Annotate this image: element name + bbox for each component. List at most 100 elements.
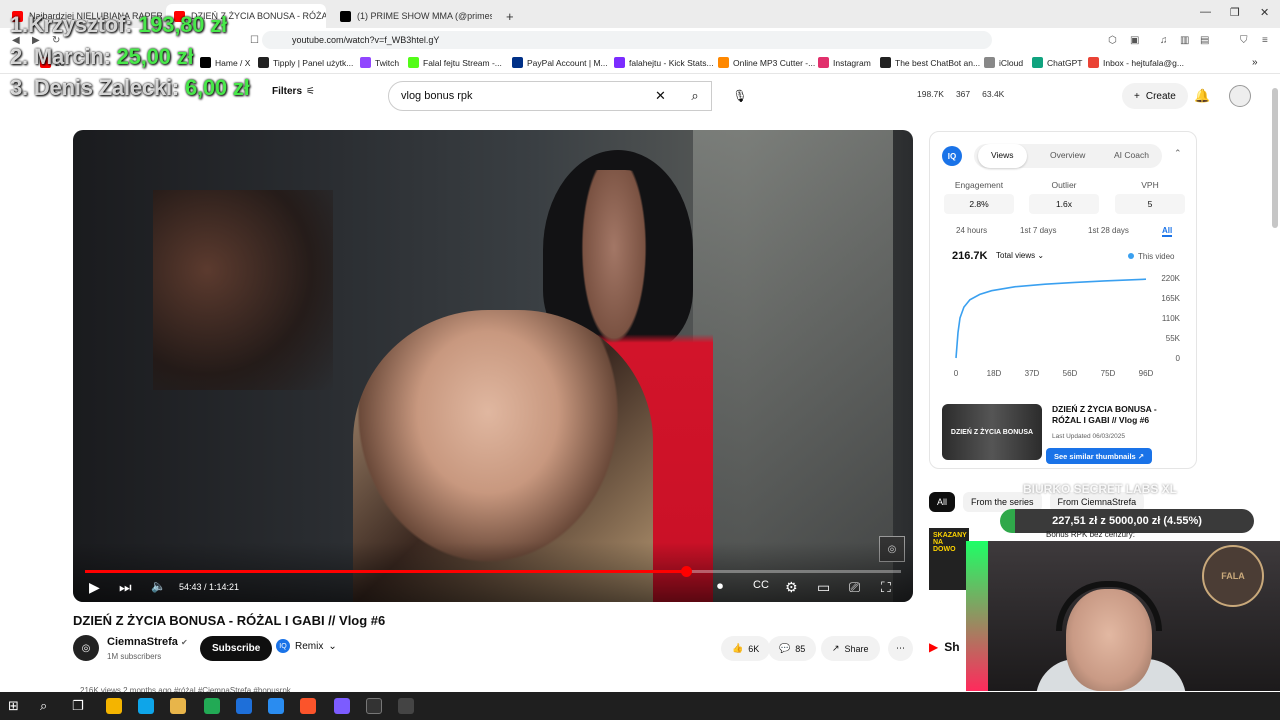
bookmark-item[interactable]: The best ChatBot an... <box>880 57 980 68</box>
cast-icon[interactable]: ⎚ <box>849 579 860 596</box>
video-frame-background <box>153 190 333 390</box>
chrome-icon[interactable] <box>106 698 122 714</box>
scrubber-handle[interactable] <box>680 566 692 577</box>
search-icon[interactable]: ⌕ <box>40 698 56 714</box>
tab-ai-coach[interactable]: AI Coach <box>1114 150 1149 160</box>
shorts-header: ▶ Sh <box>929 640 960 654</box>
x-tick-label: 37D <box>1025 369 1040 378</box>
bookmark-item[interactable]: Hame / X <box>200 57 250 68</box>
bookmark-item[interactable]: iCloud <box>984 57 1023 68</box>
next-icon[interactable]: ⏭ <box>119 579 132 596</box>
store-icon[interactable] <box>204 698 220 714</box>
volume-icon[interactable]: 🔈 <box>151 579 166 593</box>
maximize-icon[interactable]: ❐ <box>1230 6 1240 19</box>
similar-thumbnails-button[interactable]: See similar thumbnails ↗ <box>1046 448 1153 464</box>
outlook-icon[interactable] <box>236 698 252 714</box>
folder-icon[interactable] <box>170 698 186 714</box>
new-tab-button[interactable]: + <box>498 4 518 28</box>
app-icon[interactable] <box>398 698 414 714</box>
wallet-icon[interactable]: ▤ <box>1200 35 1209 46</box>
bookmark-item[interactable]: Falal fejtu Stream -... <box>408 57 502 68</box>
period-all[interactable]: All <box>1162 226 1173 237</box>
filters-label: Filters <box>272 86 303 97</box>
bookmark-icon[interactable]: ☐ <box>250 35 259 46</box>
shield-icon[interactable]: ⛉ <box>1240 35 1248 46</box>
minimize-icon[interactable]: — <box>1200 6 1211 18</box>
app-icon[interactable] <box>268 698 284 714</box>
leaderboard-row: 1.Krzysztof: 193,80 zł <box>10 12 227 37</box>
bookmark-item[interactable]: Inbox - hejtufala@g... <box>1088 57 1184 68</box>
instagram-icon <box>818 57 829 68</box>
tipply-icon <box>258 57 269 68</box>
video-player[interactable]: ◎ ▶ ⏭ 🔈 54:43 / 1:14:21 ⏺ CC ⚙ ▭ ⎚ ⛶ <box>73 130 913 602</box>
tab-views[interactable]: Views <box>978 144 1027 168</box>
windows-start-icon[interactable]: ⊞ <box>8 698 24 714</box>
bookmark-item[interactable]: ChatGPT <box>1032 57 1082 68</box>
progress-bar[interactable] <box>85 566 901 577</box>
search-button[interactable]: ⌕ <box>678 81 712 111</box>
create-button[interactable]: + Create <box>1122 83 1188 109</box>
captions-icon[interactable]: CC <box>753 579 769 591</box>
vidiq-tabs: Views Overview AI Coach <box>974 144 1162 168</box>
sidebar-icon[interactable]: ▥ <box>1180 35 1189 46</box>
autoplay-toggle[interactable]: ⏺ <box>717 579 723 594</box>
theater-icon[interactable]: ▭ <box>817 579 830 596</box>
like-button[interactable]: 👍 6K <box>721 636 771 661</box>
external-link-icon: ↗ <box>1137 451 1145 461</box>
views-type-select[interactable]: Total views ⌄ <box>996 251 1044 260</box>
video-thumbnail[interactable]: DZIEŃ Z ŻYCIA BONUSA <box>942 404 1042 460</box>
close-window-icon[interactable]: ✕ <box>1260 6 1269 19</box>
channel-name[interactable]: CiemnaStrefa ✔ <box>107 636 188 648</box>
comments-button[interactable]: 💬 85 <box>768 636 817 661</box>
y-tick-label: 55K <box>1166 334 1181 343</box>
page-scrollbar[interactable] <box>1272 88 1278 228</box>
extension-icon[interactable]: ⬡ <box>1108 35 1117 46</box>
bookmark-item[interactable]: PayPal Account | M... <box>512 57 608 68</box>
voice-search-button[interactable]: 🎙 <box>729 85 751 107</box>
task-view-icon[interactable]: ❐ <box>72 698 88 714</box>
headset-icon <box>1056 581 1162 631</box>
address-bar[interactable]: youtube.com/watch?v=f_WB3htel.gY <box>262 31 992 49</box>
time-display: 54:43 / 1:14:21 <box>179 582 240 592</box>
more-actions-button[interactable]: ⋯ <box>888 636 913 661</box>
kick-stats-icon <box>614 57 625 68</box>
media-icon[interactable]: ♫ <box>1160 35 1168 46</box>
metric-value: 5 <box>1115 194 1185 214</box>
bookmark-item[interactable]: Tipply | Panel użytk... <box>258 57 353 68</box>
subscribe-button[interactable]: Subscribe <box>200 636 273 661</box>
extension-icon[interactable]: ▣ <box>1130 35 1139 46</box>
twitch-icon <box>360 57 371 68</box>
avatar[interactable] <box>1229 85 1251 107</box>
bookmark-item[interactable]: Instagram <box>818 57 871 68</box>
search-input[interactable]: vlog bonus rpk ✕ <box>388 81 712 111</box>
channel-avatar[interactable]: ◎ <box>73 635 99 661</box>
chip-all[interactable]: All <box>929 492 956 512</box>
remix-button[interactable]: IQ Remix ⌄ <box>276 639 337 653</box>
more-bookmarks-icon[interactable]: » <box>1252 57 1258 68</box>
gear-icon[interactable]: ⚙ <box>785 579 798 596</box>
clear-icon[interactable]: ✕ <box>655 88 666 104</box>
bookmark-item[interactable]: falahejtu - Kick Stats... <box>614 57 714 68</box>
period-7d[interactable]: 1st 7 days <box>1020 226 1056 235</box>
recommended-thumbnail[interactable]: SKAZANY NA DOWO <box>929 528 969 590</box>
bookmark-item[interactable]: Online MP3 Cutter -... <box>718 57 815 68</box>
period-24h[interactable]: 24 hours <box>956 226 987 235</box>
app-icon[interactable] <box>334 698 350 714</box>
plus-icon: + <box>1134 90 1140 102</box>
collapse-icon[interactable]: ⌃ <box>1174 148 1182 159</box>
play-icon[interactable]: ▶ <box>89 579 100 596</box>
bell-icon[interactable]: 🔔 <box>1194 88 1210 104</box>
brave-icon[interactable] <box>300 698 316 714</box>
bookmark-item[interactable]: Twitch <box>360 57 399 68</box>
menu-icon[interactable]: ≡ <box>1262 35 1268 46</box>
fullscreen-icon[interactable]: ⛶ <box>881 579 891 596</box>
goal-subtitle: Bonus RPK bez cenzury: <box>1046 530 1135 539</box>
edge-icon[interactable] <box>138 698 154 714</box>
subscriber-count: 1M subscribers <box>107 652 162 661</box>
tab-2[interactable]: (1) PRIME SHOW MMA (@primeshow <box>332 4 492 28</box>
obs-icon[interactable] <box>366 698 382 714</box>
tab-overview[interactable]: Overview <box>1050 150 1085 160</box>
filters-button[interactable]: Filters ⚟ <box>272 86 315 97</box>
share-button[interactable]: ↗ Share <box>821 636 880 661</box>
period-28d[interactable]: 1st 28 days <box>1088 226 1129 235</box>
